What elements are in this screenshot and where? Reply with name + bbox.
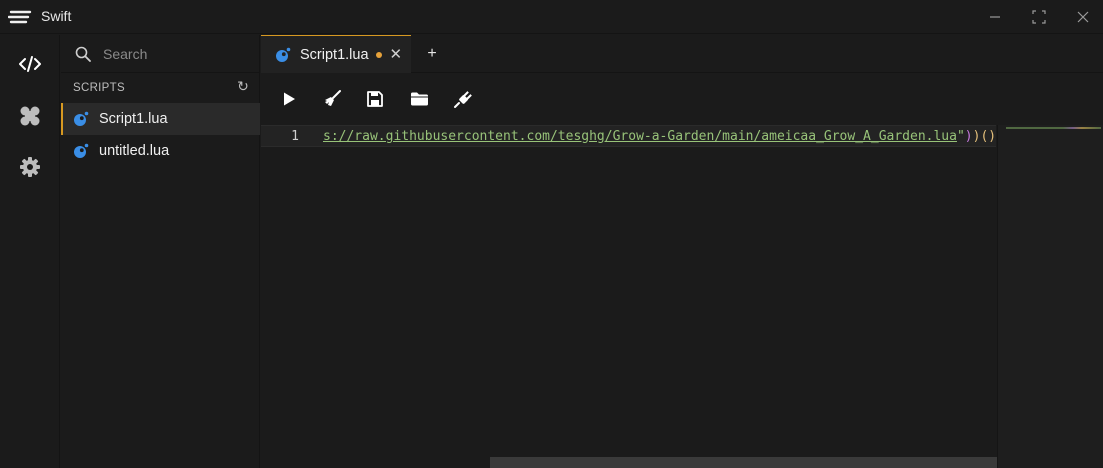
unsaved-indicator	[375, 51, 382, 58]
tab-script1[interactable]: Script1.lua ✕	[261, 35, 411, 73]
app-window: Swift Search SCRIPTS ↻ Script1.lua untit…	[0, 0, 1103, 468]
gear-icon	[20, 157, 40, 177]
tab-close-icon[interactable]: ✕	[390, 47, 403, 62]
play-icon	[284, 92, 295, 106]
paren-close: )	[964, 129, 973, 144]
call-parens: ()	[980, 129, 997, 144]
horizontal-scrollbar[interactable]	[490, 457, 997, 468]
file-name: untitled.lua	[99, 143, 170, 159]
code-line: 1 s://raw.githubusercontent.com/tesghg/G…	[261, 125, 996, 147]
minimap[interactable]	[997, 125, 1103, 468]
minimap-line	[1006, 127, 1101, 129]
open-file-button[interactable]	[405, 86, 433, 112]
file-name: Script1.lua	[99, 111, 168, 127]
execute-button[interactable]	[275, 86, 303, 112]
editor-area: Script1.lua ✕ + 1 s://raw.githubusercont…	[261, 35, 1103, 468]
clear-button[interactable]	[318, 86, 346, 112]
code-icon	[19, 56, 41, 72]
lua-file-icon	[74, 111, 89, 126]
save-icon	[367, 91, 383, 107]
minimize-icon	[990, 16, 1000, 18]
add-tab-button[interactable]: +	[423, 45, 441, 63]
refresh-icon[interactable]: ↻	[234, 78, 252, 95]
file-item-untitled[interactable]: untitled.lua	[61, 135, 260, 167]
search-box	[61, 35, 260, 73]
broom-icon	[325, 90, 341, 106]
code-editor[interactable]: 1 s://raw.githubusercontent.com/tesghg/G…	[261, 125, 1103, 468]
url-string: s://raw.githubusercontent.com/tesghg/Gro…	[323, 129, 957, 144]
search-input[interactable]	[103, 42, 253, 66]
line-number: 1	[291, 129, 299, 144]
scripts-section-header: SCRIPTS ↻	[61, 73, 260, 103]
maximize-icon	[1032, 10, 1046, 24]
code-text: s://raw.githubusercontent.com/tesghg/Gro…	[323, 129, 996, 144]
folder-icon	[410, 92, 428, 106]
tab-label: Script1.lua	[300, 46, 369, 63]
app-title: Swift	[41, 8, 72, 24]
tab-bar: Script1.lua ✕ +	[261, 35, 1103, 73]
activity-scripthub-button[interactable]	[0, 91, 60, 141]
plug-icon	[454, 91, 472, 108]
editor-toolbar	[261, 74, 1103, 124]
close-icon	[1077, 11, 1089, 23]
title-bar: Swift	[0, 0, 1103, 34]
section-title: SCRIPTS	[73, 82, 125, 94]
lua-file-icon	[74, 143, 89, 158]
activity-editor-button[interactable]	[0, 39, 60, 89]
close-button[interactable]	[1060, 0, 1103, 34]
lua-file-icon	[276, 47, 291, 62]
maximize-button[interactable]	[1016, 0, 1062, 34]
sidebar: SCRIPTS ↻ Script1.lua untitled.lua	[61, 35, 260, 468]
string-quote: "	[956, 129, 965, 144]
activity-bar	[0, 35, 60, 468]
search-icon	[75, 46, 91, 62]
file-list: Script1.lua untitled.lua	[61, 103, 260, 167]
save-button[interactable]	[361, 86, 389, 112]
attach-button[interactable]	[449, 86, 477, 112]
swift-logo-icon	[8, 10, 32, 24]
file-item-script1[interactable]: Script1.lua	[61, 103, 260, 135]
minimize-button[interactable]	[972, 0, 1018, 34]
apps-icon	[20, 106, 40, 126]
activity-settings-button[interactable]	[0, 142, 60, 192]
